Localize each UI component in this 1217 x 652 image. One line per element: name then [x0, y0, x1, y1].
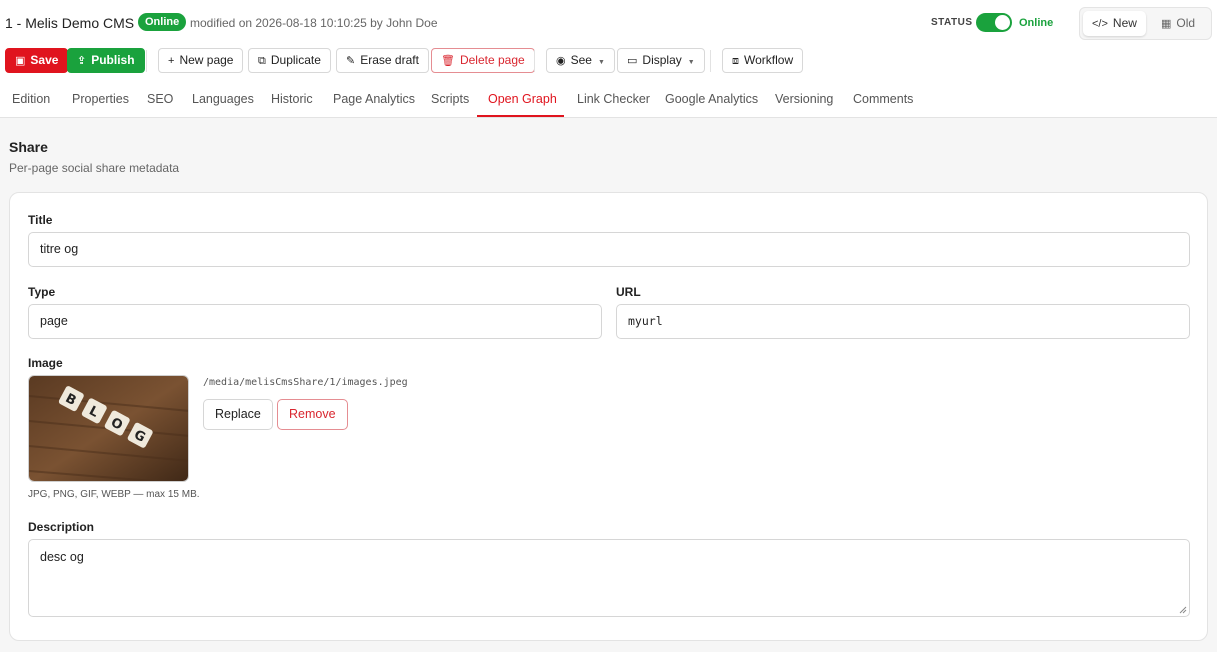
status-label: STATUS: [931, 17, 973, 28]
trash-icon: 🗑: [441, 55, 455, 67]
toolbar: ▣ Save ⇪ Publish + New page ⧉ Duplicate ✎ Era…: [0, 46, 1217, 80]
toggle-knob: [995, 15, 1010, 30]
image-path: /media/melisCmsShare/1/images.jpeg: [203, 377, 408, 388]
save-button[interactable]: ▣ Save: [5, 48, 69, 73]
save-label: Save: [30, 53, 59, 67]
erase-draft-button[interactable]: ✎ Erase draft: [336, 48, 429, 73]
layout-icon: ▦: [1161, 18, 1172, 30]
top-bar: 1 - Melis Demo CMS Online modified on 20…: [0, 0, 1217, 46]
publish-button[interactable]: ⇪ Publish: [67, 48, 145, 73]
duplicate-button[interactable]: ⧉ Duplicate: [248, 48, 331, 73]
view-new-label: New: [1112, 16, 1137, 30]
toolbar-divider: [534, 50, 535, 72]
description-textarea[interactable]: desc og: [28, 539, 1190, 617]
see-label: See: [570, 53, 592, 67]
publish-label: Publish: [91, 53, 135, 67]
tab-comments[interactable]: Comments: [853, 92, 913, 106]
title-input[interactable]: titre og: [28, 232, 1190, 267]
tab-link-checker[interactable]: Link Checker: [577, 92, 650, 106]
section-title: Share: [9, 139, 48, 155]
status-toggle[interactable]: [976, 13, 1012, 32]
view-new-button[interactable]: </> New: [1083, 11, 1146, 36]
new-page-button[interactable]: + New page: [158, 48, 244, 73]
upload-icon: ⇪: [77, 55, 87, 67]
remove-button[interactable]: Remove: [277, 399, 348, 430]
type-input[interactable]: page: [28, 304, 602, 339]
tab-seo[interactable]: SEO: [147, 92, 173, 106]
blog-image: B L O G: [29, 376, 188, 481]
eye-icon: ◉: [556, 55, 566, 67]
page-title: 1 - Melis Demo CMS: [5, 15, 135, 31]
code-icon: </>: [1092, 18, 1108, 30]
description-label: Description: [28, 520, 95, 534]
view-switch: </> New ▦ Old: [1079, 7, 1212, 40]
see-dropdown[interactable]: ◉ See ▼: [546, 48, 615, 73]
new-page-label: New page: [179, 53, 234, 67]
modified-info: modified on 2026-08-18 10:10:25 by John …: [190, 16, 438, 30]
image-label: Image: [28, 356, 63, 370]
section-subtitle: Per-page social share metadata: [9, 161, 180, 175]
toolbar-divider: [146, 50, 147, 72]
status-badge: Online: [138, 13, 187, 31]
tab-google-analytics[interactable]: Google Analytics: [665, 92, 758, 106]
chevron-down-icon: ▼: [597, 59, 605, 66]
plus-icon: +: [168, 55, 175, 67]
active-tab-indicator: [477, 115, 564, 117]
workflow-icon: ⧈: [732, 55, 739, 67]
copy-icon: ⧉: [258, 55, 266, 67]
eraser-icon: ✎: [346, 55, 356, 67]
chevron-down-icon: ▼: [687, 59, 695, 66]
description-value: desc og: [40, 550, 84, 564]
view-old-label: Old: [1176, 16, 1196, 30]
tab-page-analytics[interactable]: Page Analytics: [333, 92, 415, 106]
tab-historic[interactable]: Historic: [271, 92, 313, 106]
image-thumbnail: B L O G: [28, 375, 189, 482]
duplicate-label: Duplicate: [270, 53, 321, 67]
resize-handle-icon[interactable]: [1179, 606, 1187, 614]
tab-edition[interactable]: Edition: [12, 92, 50, 106]
title-label: Title: [28, 213, 53, 227]
tab-scripts[interactable]: Scripts: [431, 92, 469, 106]
tab-bar: Edition Properties SEO Languages Histori…: [0, 80, 1217, 118]
url-input[interactable]: myurl: [616, 304, 1190, 339]
tab-languages[interactable]: Languages: [192, 92, 254, 106]
status-value: Online: [1019, 17, 1054, 29]
tab-properties[interactable]: Properties: [72, 92, 129, 106]
image-hint: JPG, PNG, GIF, WEBP — max 15 MB.: [28, 489, 200, 500]
tab-versioning[interactable]: Versioning: [775, 92, 833, 106]
save-icon: ▣: [15, 55, 26, 67]
erase-draft-label: Erase draft: [360, 53, 419, 67]
replace-button[interactable]: Replace: [203, 399, 273, 430]
tab-open-graph[interactable]: Open Graph: [488, 92, 557, 106]
monitor-icon: ▭: [627, 55, 638, 67]
delete-page-label: Delete page: [459, 53, 525, 67]
toolbar-divider: [710, 50, 711, 72]
view-old-button[interactable]: ▦ Old: [1152, 11, 1204, 36]
type-label: Type: [28, 285, 56, 299]
workflow-label: Workflow: [744, 53, 794, 67]
display-dropdown[interactable]: ▭ Display ▼: [617, 48, 705, 73]
share-form-card: Title titre og Type page URL myurl Image…: [9, 192, 1208, 641]
workflow-button[interactable]: ⧈ Workflow: [722, 48, 804, 73]
delete-page-button[interactable]: 🗑 Delete page: [431, 48, 535, 73]
display-label: Display: [642, 53, 682, 67]
url-label: URL: [616, 285, 641, 299]
